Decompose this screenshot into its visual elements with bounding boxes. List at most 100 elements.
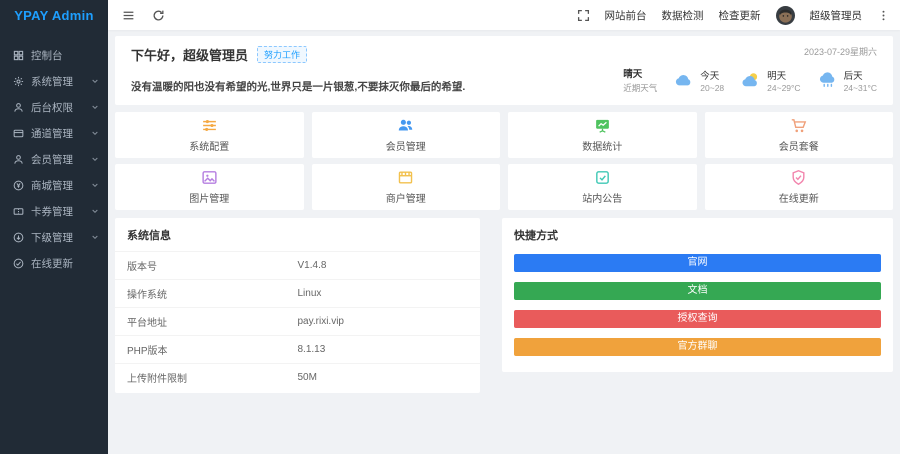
- weather-tomorrow: 明天 24~29°C: [740, 68, 800, 93]
- sidebar-item-mall[interactable]: 商城管理: [0, 172, 108, 198]
- image-icon: [201, 169, 218, 186]
- sidebar-item-online-update[interactable]: 在线更新: [0, 250, 108, 276]
- fullscreen-icon[interactable]: [577, 9, 590, 22]
- weather-condition: 晴天: [623, 66, 657, 80]
- cart-icon: [790, 117, 807, 134]
- shortcut-label: 站内公告: [582, 190, 622, 205]
- check-circle-icon: [13, 258, 24, 269]
- sidebar-item-channels[interactable]: 通道管理: [0, 120, 108, 146]
- info-row-domain: 平台地址 pay.rixi.vip: [115, 307, 480, 335]
- weather-summary: 晴天 近期天气: [623, 66, 657, 94]
- topbar: 网站前台 数据检测 检查更新 超级管理员: [108, 0, 900, 30]
- shortcut-merchant-management[interactable]: 商户管理: [312, 164, 501, 210]
- shortcut-label: 会员管理: [386, 138, 426, 153]
- window-icon: [397, 169, 414, 186]
- avatar[interactable]: [776, 6, 795, 25]
- info-row-upload-limit: 上传附件限制 50M: [115, 363, 480, 391]
- chevron-down-icon: [91, 129, 99, 137]
- panel-title: 快捷方式: [502, 218, 893, 251]
- system-info-panel: 系统信息 版本号 V1.4.8 操作系统 Linux 平台地址 pay.rixi…: [115, 218, 480, 393]
- sidebar-item-label: 会员管理: [31, 152, 91, 167]
- bottom-panels: 系统信息 版本号 V1.4.8 操作系统 Linux 平台地址 pay.rixi…: [115, 218, 893, 393]
- hamburger-menu-icon[interactable]: [122, 9, 135, 22]
- shield-check-icon: [790, 169, 807, 186]
- sidebar-item-subordinates[interactable]: 下级管理: [0, 224, 108, 250]
- main-area: 网站前台 数据检测 检查更新 超级管理员 下午好，超级管理员 努力工作 没有温暖…: [108, 0, 900, 454]
- daily-quote: 没有温暖的阳也没有希望的光,世界只是一片银葱,不要抹灭你最后的希望.: [131, 79, 465, 94]
- weather-after-tomorrow: 后天 24~31°C: [817, 68, 877, 93]
- arrow-down-circle-icon: [13, 232, 24, 243]
- link-check-update[interactable]: 检查更新: [719, 8, 761, 23]
- shortcut-label: 图片管理: [189, 190, 229, 205]
- chevron-down-icon: [91, 181, 99, 189]
- weather-widget: 晴天 近期天气 今天 20~28: [623, 66, 877, 94]
- quick-links-buttons: 官网 文档 授权查询 官方群聊: [502, 251, 893, 370]
- official-site-button[interactable]: 官网: [514, 254, 881, 272]
- current-date: 2023-07-29星期六: [804, 45, 877, 58]
- chevron-down-icon: [91, 207, 99, 215]
- sidebar-item-label: 控制台: [31, 48, 99, 63]
- official-group-button[interactable]: 官方群聊: [514, 338, 881, 356]
- sidebar-nav: 控制台 系统管理 后台权限 通道管理 会员管理: [0, 32, 108, 276]
- card-icon: [13, 128, 24, 139]
- greeting-text: 下午好，超级管理员: [131, 45, 248, 64]
- shortcut-member-packages[interactable]: 会员套餐: [705, 112, 894, 158]
- status-badge: 努力工作: [257, 46, 307, 63]
- app-window: YPAY Admin 控制台 系统管理 后台权限 通道管理: [0, 0, 900, 454]
- sidebar-item-label: 在线更新: [31, 256, 99, 271]
- sidebar-item-members[interactable]: 会员管理: [0, 146, 108, 172]
- license-query-button[interactable]: 授权查询: [514, 310, 881, 328]
- chevron-down-icon: [91, 155, 99, 163]
- sidebar: YPAY Admin 控制台 系统管理 后台权限 通道管理: [0, 0, 108, 454]
- chevron-down-icon: [91, 77, 99, 85]
- link-data-monitor[interactable]: 数据检测: [662, 8, 704, 23]
- sliders-icon: [201, 117, 218, 134]
- content: 下午好，超级管理员 努力工作 没有温暖的阳也没有希望的光,世界只是一片银葱,不要…: [108, 30, 900, 393]
- check-square-icon: [594, 169, 611, 186]
- user-icon: [13, 102, 24, 113]
- shortcut-image-management[interactable]: 图片管理: [115, 164, 304, 210]
- chevron-down-icon: [91, 233, 99, 241]
- docs-button[interactable]: 文档: [514, 282, 881, 300]
- more-vertical-icon[interactable]: [877, 9, 890, 22]
- gear-icon: [13, 76, 24, 87]
- user-icon: [13, 154, 24, 165]
- chart-board-icon: [594, 117, 611, 134]
- refresh-icon[interactable]: [152, 9, 165, 22]
- rain-cloud-icon: [817, 71, 839, 89]
- panel-title: 系统信息: [115, 218, 480, 251]
- sidebar-item-label: 下级管理: [31, 230, 91, 245]
- shortcut-member-management[interactable]: 会员管理: [312, 112, 501, 158]
- sidebar-item-cards[interactable]: 卡券管理: [0, 198, 108, 224]
- shortcut-label: 数据统计: [582, 138, 622, 153]
- shortcut-grid: 系统配置 会员管理 数据统计 会员套餐 图片管理: [115, 112, 893, 210]
- chevron-down-icon: [91, 103, 99, 111]
- shortcut-system-config[interactable]: 系统配置: [115, 112, 304, 158]
- sidebar-item-label: 卡券管理: [31, 204, 91, 219]
- sidebar-item-label: 后台权限: [31, 100, 91, 115]
- shortcut-data-statistics[interactable]: 数据统计: [508, 112, 697, 158]
- sidebar-item-system[interactable]: 系统管理: [0, 68, 108, 94]
- sidebar-item-permissions[interactable]: 后台权限: [0, 94, 108, 120]
- welcome-card: 下午好，超级管理员 努力工作 没有温暖的阳也没有希望的光,世界只是一片银葱,不要…: [115, 36, 893, 105]
- sidebar-item-dashboard[interactable]: 控制台: [0, 42, 108, 68]
- shortcut-online-update[interactable]: 在线更新: [705, 164, 894, 210]
- shortcut-label: 在线更新: [779, 190, 819, 205]
- cloud-icon: [673, 71, 695, 89]
- users-icon: [397, 117, 414, 134]
- shortcut-site-announcement[interactable]: 站内公告: [508, 164, 697, 210]
- weather-today: 今天 20~28: [673, 68, 724, 93]
- sidebar-item-label: 系统管理: [31, 74, 91, 89]
- info-row-version: 版本号 V1.4.8: [115, 251, 480, 279]
- app-logo: YPAY Admin: [0, 0, 108, 32]
- yen-circle-icon: [13, 180, 24, 191]
- topbar-right: 网站前台 数据检测 检查更新 超级管理员: [577, 6, 891, 25]
- link-site-front[interactable]: 网站前台: [605, 8, 647, 23]
- shortcut-label: 商户管理: [386, 190, 426, 205]
- info-row-os: 操作系统 Linux: [115, 279, 480, 307]
- shortcut-label: 会员套餐: [779, 138, 819, 153]
- sidebar-item-label: 商城管理: [31, 178, 91, 193]
- current-user[interactable]: 超级管理员: [810, 8, 863, 23]
- welcome-right: 2023-07-29星期六 晴天 近期天气 今天 20~28: [623, 45, 877, 94]
- dashboard-icon: [13, 50, 24, 61]
